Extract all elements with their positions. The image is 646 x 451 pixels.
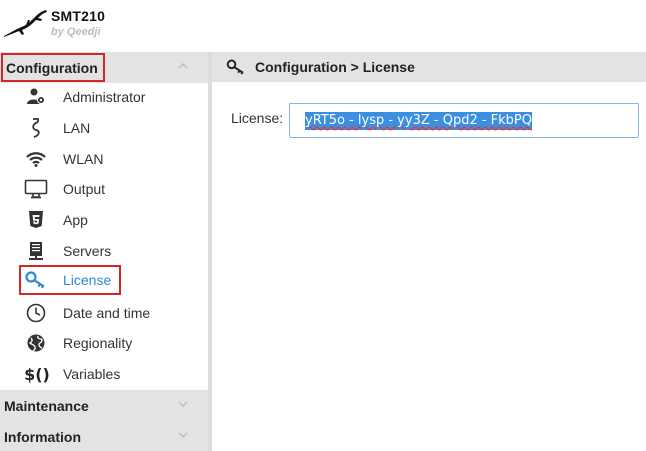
section-information-label: Information [4,428,81,445]
clock-icon [24,302,48,324]
variables-icon: $() [24,364,50,384]
sidebar-item-label: Date and time [63,305,151,321]
license-input[interactable]: yRT5o - lysp - yy3Z - Qpd2 - FkbPQ [289,103,639,138]
license-value: yRT5o - lysp - yy3Z - Qpd2 - FkbPQ [305,111,532,130]
chevron-up-icon [178,63,188,69]
sidebar-item-label: Variables [63,366,121,382]
sidebar-item-label: LAN [63,120,91,136]
section-maintenance-label: Maintenance [4,397,89,414]
lan-cable-icon [24,117,48,139]
sidebar-item-lan[interactable]: LAN [20,113,90,143]
sidebar-divider[interactable] [208,52,212,451]
section-maintenance[interactable]: Maintenance [0,390,208,421]
sidebar-item-app[interactable]: App [20,205,88,235]
chevron-down-icon [178,401,188,407]
sidebar-item-license[interactable]: License [19,265,121,295]
app-logo: SMT210 by Qeedji [0,0,210,52]
sidebar-item-label: WLAN [63,151,104,167]
page-title: Configuration > License [255,59,415,75]
sidebar-item-label: Administrator [63,89,146,105]
key-icon [24,269,48,291]
section-configuration-label: Configuration [1,53,105,82]
sidebar-item-label: Regionality [63,335,133,351]
wifi-icon [24,148,48,170]
section-information[interactable]: Information [0,421,208,451]
sidebar-item-regionality[interactable]: Regionality [20,328,132,358]
sidebar-item-variables[interactable]: $() Variables [20,359,120,389]
sidebar-item-label: Output [63,181,106,197]
sidebar-item-date-and-time[interactable]: Date and time [20,298,150,328]
gecko-logo-icon [4,10,47,37]
app-title: SMT210 [51,8,106,24]
section-configuration[interactable]: Configuration [0,52,208,83]
sidebar-item-wlan[interactable]: WLAN [20,144,103,174]
sidebar-item-label: App [63,212,88,228]
sidebar-item-servers[interactable]: Servers [20,236,111,266]
globe-icon [24,332,48,354]
license-label: License: [231,110,284,126]
sidebar-item-label: Servers [63,243,112,259]
html5-icon [24,209,48,231]
server-icon [24,240,48,262]
sidebar-item-administrator[interactable]: Administrator [20,82,145,112]
breadcrumb: Configuration > License [212,52,646,82]
key-icon [226,58,246,76]
monitor-icon [24,178,48,200]
app-subtitle: by Qeedji [51,26,101,38]
chevron-down-icon [178,432,188,438]
sidebar-item-output[interactable]: Output [20,174,105,204]
administrator-icon [24,86,48,108]
sidebar-item-label: License [63,272,112,288]
